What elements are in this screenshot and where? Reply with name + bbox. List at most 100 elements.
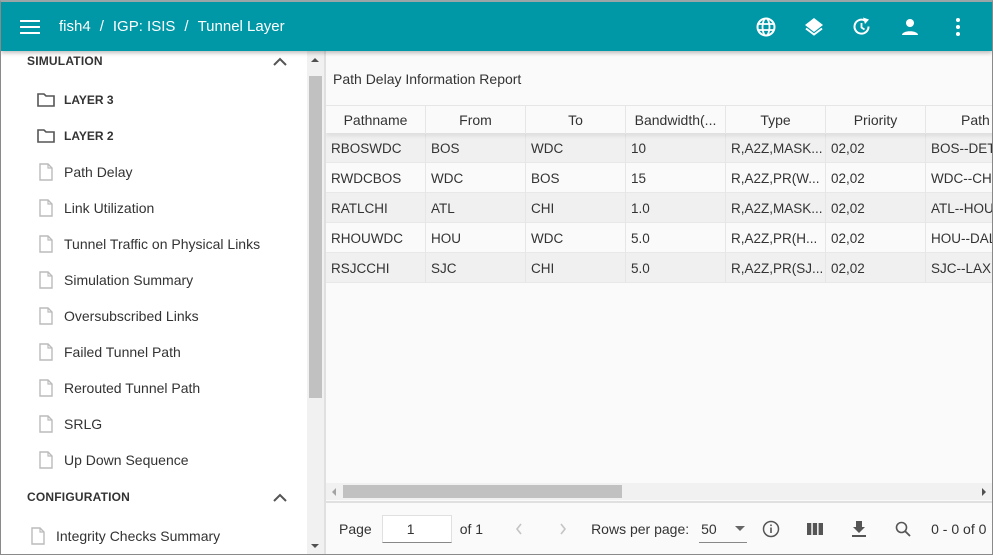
- table-cell: 02,02: [826, 223, 926, 253]
- globe-icon: [756, 17, 776, 36]
- layers-button[interactable]: [790, 3, 838, 51]
- info-button[interactable]: [749, 520, 793, 538]
- rows-per-page-label: Rows per page:: [591, 521, 690, 537]
- scrollbar-thumb[interactable]: [343, 485, 622, 498]
- table-cell: WDC: [526, 223, 626, 253]
- scroll-right-arrow-icon[interactable]: [982, 488, 986, 496]
- sidebar-scrollbar[interactable]: [307, 51, 324, 554]
- download-icon: [852, 521, 867, 537]
- scrollbar-thumb[interactable]: [309, 76, 322, 398]
- sidebar-item-rerouted-tunnel-path[interactable]: Rerouted Tunnel Path: [37, 375, 200, 401]
- table-cell: RHOUWDC: [326, 223, 426, 253]
- table-cell: BOS--DET: [926, 133, 992, 163]
- scroll-up-arrow-icon[interactable]: [311, 58, 319, 62]
- section-title: CONFIGURATION: [27, 490, 131, 504]
- column-header-from[interactable]: From: [426, 106, 526, 134]
- table-cell: 10: [626, 133, 726, 163]
- table-cell: RSJCCHI: [326, 253, 426, 283]
- section-header-configuration[interactable]: CONFIGURATION: [27, 485, 287, 509]
- next-page-button[interactable]: [541, 523, 585, 535]
- sidebar-item-simulation-summary[interactable]: Simulation Summary: [37, 267, 193, 293]
- page-label: Page: [339, 521, 372, 537]
- breadcrumb-item-igp[interactable]: IGP: ISIS: [113, 18, 176, 35]
- document-icon: [39, 451, 53, 469]
- document-icon: [39, 307, 53, 325]
- table-cell: WDC: [526, 133, 626, 163]
- table-row[interactable]: RBOSWDC BOS WDC 10 R,A2Z,MASK... 02,02 BOS--DE…: [326, 133, 992, 163]
- history-button[interactable]: [838, 3, 886, 51]
- previous-page-button[interactable]: [497, 523, 541, 535]
- document-icon: [31, 527, 45, 545]
- document-icon: [39, 163, 53, 181]
- table-cell: 5.0: [626, 253, 726, 283]
- document-icon: [39, 235, 53, 253]
- table-cell: SJC--LAX: [926, 253, 992, 283]
- table-cell: WDC--CHI: [926, 163, 992, 193]
- table-cell: R,A2Z,MASK...: [726, 133, 826, 163]
- breadcrumb-item-layer: Tunnel Layer: [197, 18, 285, 35]
- rows-per-page-select[interactable]: 50: [699, 515, 748, 543]
- table-cell: RATLCHI: [326, 193, 426, 223]
- breadcrumb-separator: /: [184, 18, 189, 35]
- page-number-input[interactable]: [381, 515, 452, 543]
- sidebar-item-tunnel-traffic[interactable]: Tunnel Traffic on Physical Links: [37, 231, 260, 257]
- more-options-button[interactable]: [934, 3, 982, 51]
- sidebar-item-failed-tunnel-path[interactable]: Failed Tunnel Path: [37, 339, 181, 365]
- top-app-bar: fish4 / IGP: ISIS / Tunnel Layer: [1, 2, 992, 51]
- sidebar-item-oversubscribed-links[interactable]: Oversubscribed Links: [37, 303, 199, 329]
- table-header: Pathname From To Bandwidth(... Type Prio…: [326, 105, 992, 134]
- column-header-bandwidth[interactable]: Bandwidth(...: [626, 106, 726, 134]
- table-cell: BOS: [526, 163, 626, 193]
- table-cell: RBOSWDC: [326, 133, 426, 163]
- sidebar-item-path-delay[interactable]: Path Delay: [37, 159, 132, 185]
- scroll-down-arrow-icon[interactable]: [311, 544, 319, 548]
- table-cell: R,A2Z,PR(W...: [726, 163, 826, 193]
- download-button[interactable]: [837, 521, 881, 537]
- globe-button[interactable]: [742, 3, 790, 51]
- table-cell: 5.0: [626, 223, 726, 253]
- table-row[interactable]: RATLCHI ATL CHI 1.0 R,A2Z,MASK... 02,02 ATL--H…: [326, 193, 992, 223]
- breadcrumb-item-project[interactable]: fish4: [59, 18, 91, 35]
- sidebar-item-srlg[interactable]: SRLG: [37, 411, 102, 437]
- rows-per-page-value: 50: [701, 520, 717, 537]
- hamburger-menu-button[interactable]: [15, 12, 45, 42]
- chevron-left-icon: [516, 523, 522, 535]
- chevron-up-icon[interactable]: [273, 57, 287, 66]
- breadcrumb: fish4 / IGP: ISIS / Tunnel Layer: [59, 18, 285, 35]
- sidebar-item-link-utilization[interactable]: Link Utilization: [37, 195, 154, 221]
- sidebar-item-up-down-sequence[interactable]: Up Down Sequence: [37, 447, 189, 473]
- section-header-simulation[interactable]: SIMULATION: [27, 51, 287, 73]
- document-icon: [39, 199, 53, 217]
- sidebar-item-integrity-checks-summary[interactable]: Integrity Checks Summary: [29, 523, 220, 549]
- search-button[interactable]: [881, 521, 925, 537]
- sidebar: SIMULATION LAYER 3 LAYER 2 Path Delay Li…: [1, 51, 307, 554]
- table-row[interactable]: RHOUWDC HOU WDC 5.0 R,A2Z,PR(H... 02,02 HOU--D…: [326, 223, 992, 253]
- sidebar-item-layer-2[interactable]: LAYER 2: [37, 123, 114, 149]
- layers-icon: [805, 17, 823, 36]
- column-header-pathname[interactable]: Pathname: [326, 106, 426, 134]
- user-button[interactable]: [886, 3, 934, 51]
- table-cell: 02,02: [826, 253, 926, 283]
- columns-button[interactable]: [793, 523, 837, 535]
- chevron-right-icon: [560, 523, 567, 535]
- table-cell: 1.0: [626, 193, 726, 223]
- table-row[interactable]: RSJCCHI SJC CHI 5.0 R,A2Z,PR(SJ... 02,02 SJC--…: [326, 253, 992, 283]
- pagination-bar: Page of 1 Rows per page: 50: [326, 501, 992, 554]
- table-cell: WDC: [426, 163, 526, 193]
- folder-icon: [37, 93, 55, 107]
- column-header-to[interactable]: To: [526, 106, 626, 134]
- table-body: RBOSWDC BOS WDC 10 R,A2Z,MASK... 02,02 BOS--DE…: [326, 133, 992, 283]
- table-row[interactable]: RWDCBOS WDC BOS 15 R,A2Z,PR(W... 02,02 WDC--CH…: [326, 163, 992, 193]
- table-cell: ATL: [426, 193, 526, 223]
- document-icon: [39, 415, 53, 433]
- chevron-up-icon[interactable]: [273, 493, 287, 502]
- view-columns-icon: [807, 523, 824, 535]
- scroll-left-arrow-icon[interactable]: [332, 488, 336, 496]
- table-horizontal-scrollbar[interactable]: [326, 483, 992, 500]
- document-icon: [39, 379, 53, 397]
- column-header-priority[interactable]: Priority: [826, 106, 926, 134]
- column-header-type[interactable]: Type: [726, 106, 826, 134]
- sidebar-item-layer-3[interactable]: LAYER 3: [37, 87, 114, 113]
- breadcrumb-separator: /: [99, 18, 104, 35]
- column-header-path[interactable]: Path: [926, 106, 992, 134]
